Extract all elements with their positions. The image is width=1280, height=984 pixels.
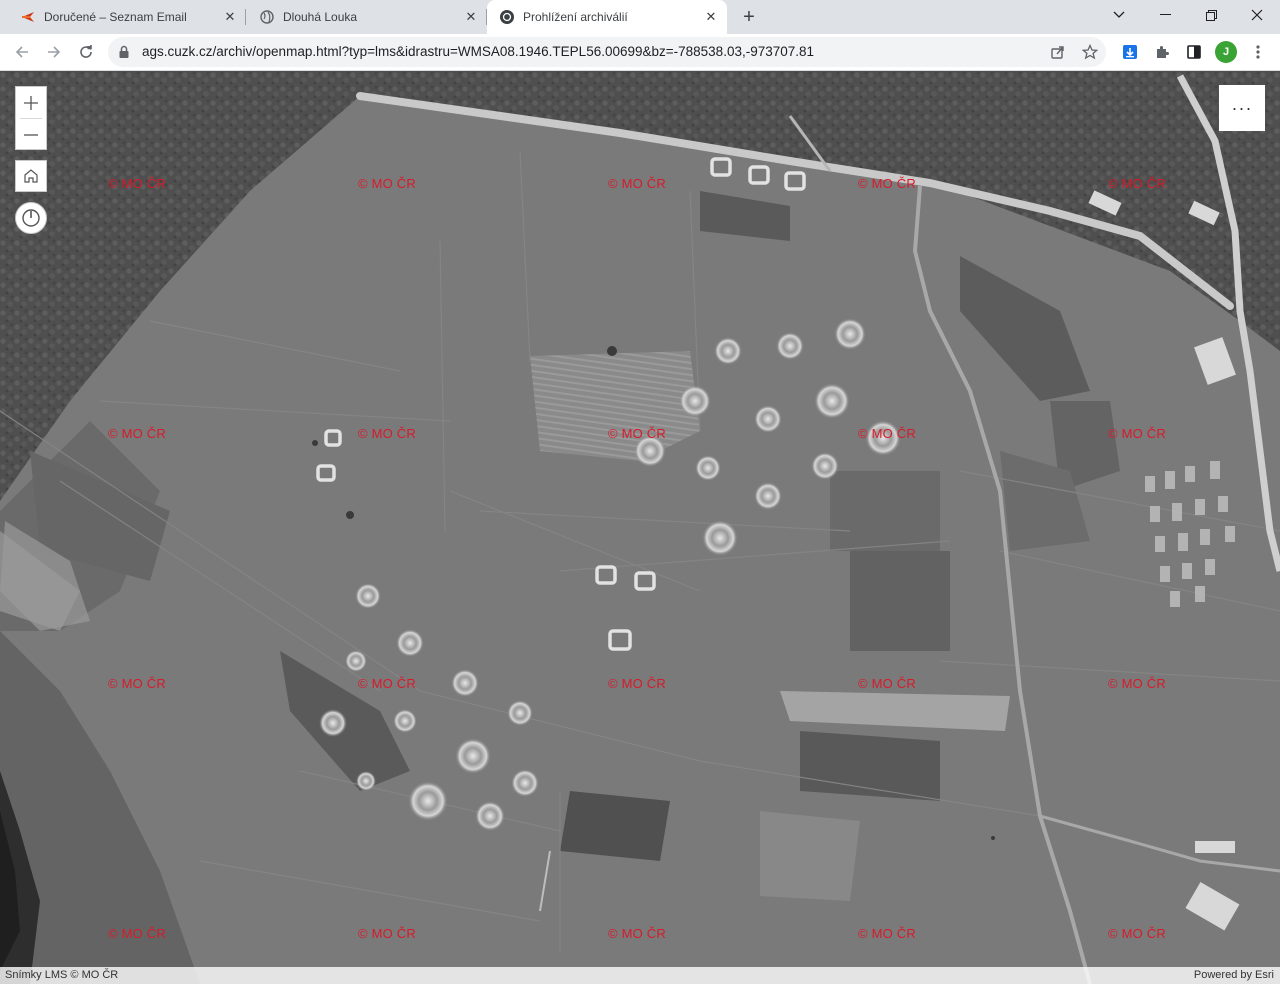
watermark: © MO ČR — [358, 926, 416, 941]
tab-title: Dlouhá Louka — [283, 10, 358, 24]
watermark: © MO ČR — [608, 926, 666, 941]
attribution-source[interactable]: Snímky LMS © MO ČR — [5, 969, 118, 981]
tab-title: Doručené – Seznam Email — [44, 10, 187, 24]
tab-strip: Doručené – Seznam Email ✕ Dlouhá Louka ✕… — [0, 0, 1280, 34]
watermark: © MO ČR — [108, 926, 166, 941]
minimize-icon[interactable] — [1142, 0, 1188, 30]
compass-icon — [22, 209, 40, 227]
share-icon[interactable] — [1048, 42, 1068, 62]
map-view[interactable]: © MO ČR © MO ČR © MO ČR © MO ČR © MO ČR … — [0, 71, 1280, 984]
watermark: © MO ČR — [1108, 676, 1166, 691]
tab-prohlizeni-archivalii[interactable]: Prohlížení archiválií ✕ — [487, 0, 727, 34]
close-tab-icon[interactable]: ✕ — [703, 9, 719, 25]
tab-seznam-email[interactable]: Doručené – Seznam Email ✕ — [0, 0, 246, 34]
profile-avatar[interactable]: J — [1215, 41, 1237, 63]
minus-icon — [24, 133, 38, 136]
home-button[interactable] — [15, 160, 47, 192]
watermark: © MO ČR — [1108, 176, 1166, 191]
watermark: © MO ČR — [108, 676, 166, 691]
watermark: © MO ČR — [608, 176, 666, 191]
watermark: © MO ČR — [608, 676, 666, 691]
watermark: © MO ČR — [858, 926, 916, 941]
close-tab-icon[interactable]: ✕ — [463, 9, 479, 25]
watermark: © MO ČR — [108, 176, 166, 191]
new-tab-button[interactable]: + — [737, 5, 761, 29]
browser-toolbar: ags.cuzk.cz/archiv/openmap.html?typ=lms&… — [0, 34, 1280, 71]
download-icon[interactable] — [1119, 41, 1141, 63]
watermark: © MO ČR — [358, 676, 416, 691]
globe-icon — [259, 9, 275, 25]
watermark: © MO ČR — [358, 426, 416, 441]
home-icon — [24, 169, 38, 183]
watermark: © MO ČR — [1108, 926, 1166, 941]
forward-icon[interactable] — [40, 38, 68, 66]
restore-icon[interactable] — [1188, 0, 1234, 30]
side-panel-icon[interactable] — [1183, 41, 1205, 63]
back-icon[interactable] — [8, 38, 36, 66]
attribution-esri[interactable]: Powered by Esri — [1194, 969, 1274, 981]
aerial-photo[interactable] — [0, 71, 1280, 984]
zoom-out-button[interactable] — [16, 119, 46, 150]
tab-dlouha-louka[interactable]: Dlouhá Louka ✕ — [239, 0, 487, 34]
locate-button[interactable] — [15, 202, 47, 234]
attribution-bar: Snímky LMS © MO ČR Powered by Esri — [0, 967, 1280, 984]
kebab-menu-icon[interactable] — [1247, 41, 1269, 63]
watermark: © MO ČR — [1108, 426, 1166, 441]
watermark: © MO ČR — [858, 176, 916, 191]
close-window-icon[interactable] — [1234, 0, 1280, 30]
watermark: © MO ČR — [608, 426, 666, 441]
lock-icon[interactable] — [118, 45, 132, 59]
watermark: © MO ČR — [858, 426, 916, 441]
zoom-control — [15, 86, 47, 150]
tab-search-icon[interactable] — [1096, 0, 1142, 30]
close-tab-icon[interactable]: ✕ — [222, 9, 238, 25]
url-text[interactable]: ags.cuzk.cz/archiv/openmap.html?typ=lms&… — [142, 44, 814, 59]
address-bar[interactable]: ags.cuzk.cz/archiv/openmap.html?typ=lms&… — [108, 37, 1106, 67]
plus-icon — [24, 95, 38, 110]
watermark: © MO ČR — [858, 676, 916, 691]
extensions-icon[interactable] — [1151, 41, 1173, 63]
seznam-icon — [20, 9, 36, 25]
watermark: © MO ČR — [108, 426, 166, 441]
tab-title: Prohlížení archiválií — [523, 10, 628, 24]
watermark: © MO ČR — [358, 176, 416, 191]
cuzk-icon — [499, 9, 515, 25]
reload-icon[interactable] — [72, 38, 100, 66]
zoom-in-button[interactable] — [16, 87, 46, 118]
map-menu-button[interactable]: ··· — [1219, 85, 1265, 131]
bookmark-star-icon[interactable] — [1080, 42, 1100, 62]
